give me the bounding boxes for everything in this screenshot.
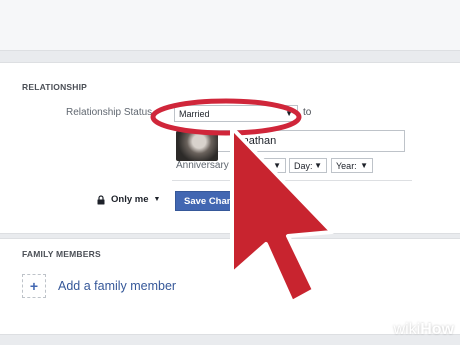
save-changes-button[interactable]: Save Changes xyxy=(175,191,245,211)
month-select[interactable]: ▼ xyxy=(248,158,286,173)
chevron-down-icon: ▼ xyxy=(153,196,161,203)
relationship-status-value: Married xyxy=(179,108,210,119)
dropdown-arrow-icon: ▼ xyxy=(285,109,293,118)
add-family-member-label: Add a family member xyxy=(58,279,177,293)
watermark-how: How xyxy=(420,321,454,338)
year-select[interactable]: Year: ▼ xyxy=(331,158,373,173)
relationship-section-title: RELATIONSHIP xyxy=(22,82,88,92)
day-select-label: Day: xyxy=(294,160,313,171)
lock-icon xyxy=(97,194,105,204)
to-label: to xyxy=(303,107,312,118)
add-family-member-button[interactable]: + Add a family member xyxy=(22,274,176,298)
dropdown-arrow-icon: ▼ xyxy=(360,161,368,170)
family-section-title: FAMILY MEMBERS xyxy=(22,249,101,259)
partner-avatar xyxy=(176,131,218,161)
day-select[interactable]: Day: ▼ xyxy=(289,158,327,173)
anniversary-label: Anniversary xyxy=(176,160,229,171)
watermark-wiki: wiki xyxy=(393,321,421,338)
top-card xyxy=(0,0,460,51)
privacy-label: Only me xyxy=(111,194,149,205)
plus-icon: + xyxy=(22,274,46,298)
privacy-selector[interactable]: Only me ▼ xyxy=(96,194,160,205)
dropdown-arrow-icon: ▼ xyxy=(314,161,322,170)
relationship-status-select[interactable]: Married ▼ xyxy=(174,105,298,122)
form-divider xyxy=(172,180,412,181)
relationship-status-label: Relationship Status xyxy=(66,107,153,118)
partner-name: Jonathan xyxy=(231,135,277,147)
year-select-label: Year: xyxy=(336,160,357,171)
wikihow-watermark: wiki How xyxy=(394,321,454,339)
dropdown-arrow-icon: ▼ xyxy=(273,161,281,170)
